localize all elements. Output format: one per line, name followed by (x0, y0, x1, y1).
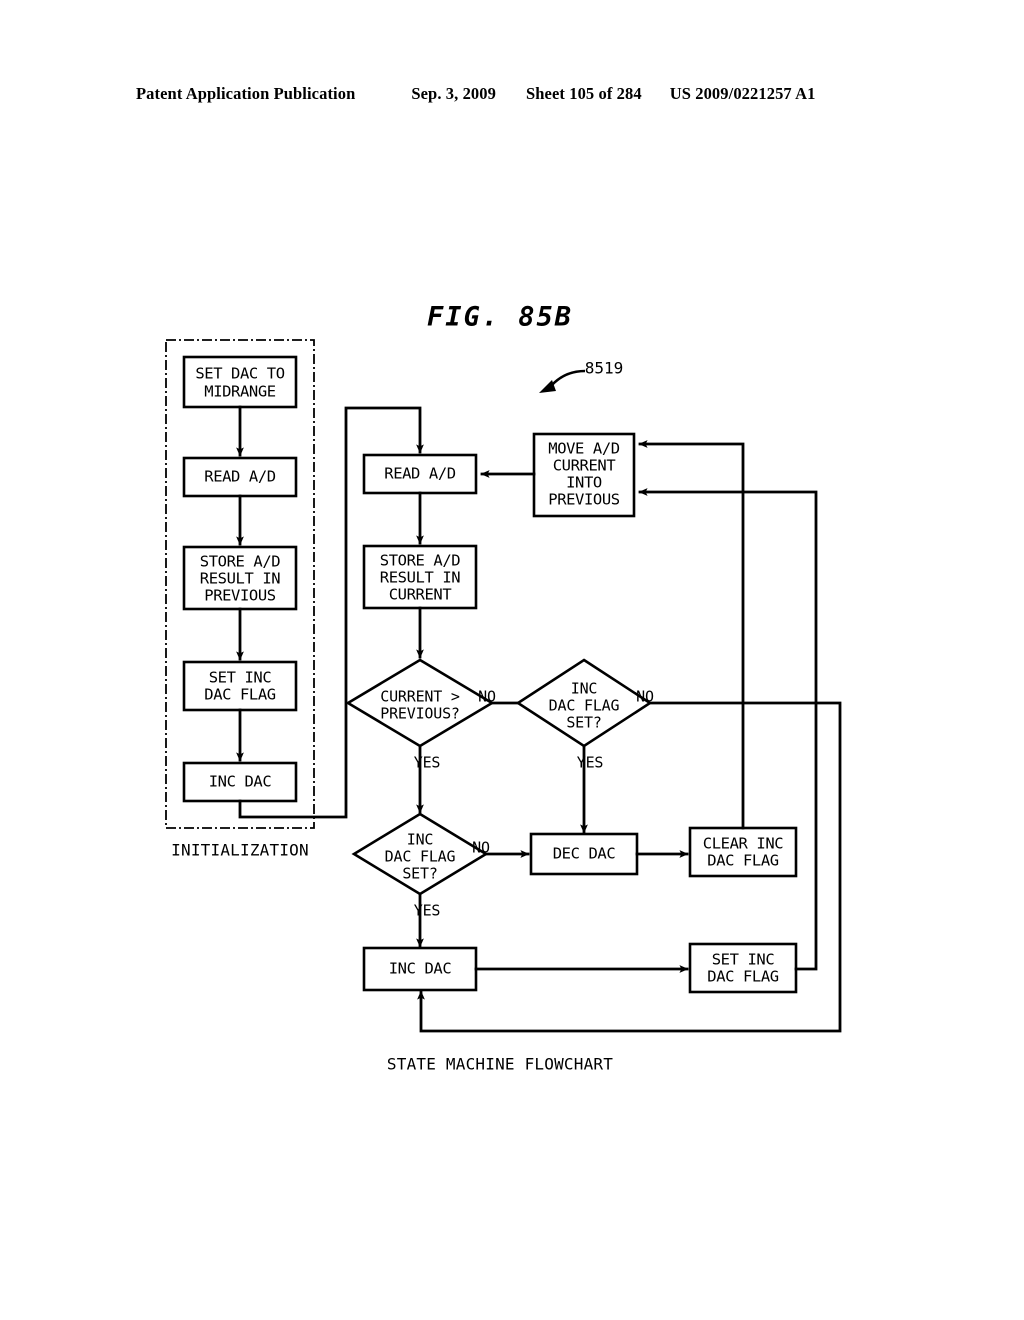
node-set-inc-dac-flag-loop-line-1: SET INC (712, 951, 775, 969)
decision3-line-1: INC (407, 831, 434, 849)
node-set-inc-dac-flag-init-line-1: SET INC (209, 669, 272, 687)
node-inc-dac-init-label: INC DAC (209, 773, 272, 791)
node-clear-inc-dac-flag-line-1: CLEAR INC (703, 835, 783, 853)
decision3-line-3: SET? (402, 865, 437, 883)
node-store-ad-previous-line-3: PREVIOUS (204, 587, 276, 605)
node-move-ad-line-4: PREVIOUS (548, 491, 620, 509)
node-store-ad-previous-line-1: STORE A/D (200, 553, 280, 571)
figure-85b: FIG. 85B 8519 SET DAC TO MIDRANGE READ A… (0, 0, 1024, 1320)
node-clear-inc-dac-flag-line-2: DAC FLAG (707, 852, 779, 870)
decision1-line-1: CURRENT > (380, 688, 460, 706)
figure-title: FIG. 85B (427, 302, 573, 333)
node-store-ad-current-line-1: STORE A/D (380, 552, 460, 570)
node-move-ad-line-3: INTO (566, 474, 602, 492)
node-set-inc-dac-flag-loop-line-2: DAC FLAG (707, 968, 779, 986)
node-set-inc-dac-flag-init-line-2: DAC FLAG (204, 686, 276, 704)
node-store-ad-previous-line-2: RESULT IN (200, 570, 280, 588)
decision1-yes-label: YES (414, 754, 441, 772)
node-set-dac-to-midrange-line-1: SET DAC TO (195, 365, 284, 383)
node-inc-dac-loop-label: INC DAC (389, 960, 452, 978)
decision2-line-3: SET? (566, 714, 601, 732)
decision2-line-1: INC (571, 680, 598, 698)
reference-numeral: 8519 (585, 359, 624, 378)
node-set-dac-to-midrange-line-2: MIDRANGE (204, 383, 276, 401)
node-read-ad-loop-label: READ A/D (384, 465, 456, 483)
decision2-yes-label: YES (577, 754, 604, 772)
node-dec-dac-label: DEC DAC (553, 845, 616, 863)
node-store-ad-current-line-3: CURRENT (389, 586, 452, 604)
node-read-ad-init-label: READ A/D (204, 468, 276, 486)
decision2-line-2: DAC FLAG (549, 697, 620, 715)
flowchart-canvas: FIG. 85B 8519 SET DAC TO MIDRANGE READ A… (165, 302, 842, 1074)
node-move-ad-line-2: CURRENT (553, 457, 616, 475)
initialization-label: INITIALIZATION (171, 841, 309, 860)
edge-clear-inc-dac-flag-to-move-ad (638, 440, 745, 830)
decision1-line-2: PREVIOUS? (380, 705, 459, 723)
decision3-line-2: DAC FLAG (385, 848, 456, 866)
figure-caption: STATE MACHINE FLOWCHART (387, 1055, 613, 1074)
node-move-ad-line-1: MOVE A/D (548, 440, 620, 458)
edge-set-inc-dac-flag-to-move-ad (638, 488, 818, 971)
decision3-yes-label: YES (414, 902, 441, 920)
node-store-ad-current-line-2: RESULT IN (380, 569, 460, 587)
